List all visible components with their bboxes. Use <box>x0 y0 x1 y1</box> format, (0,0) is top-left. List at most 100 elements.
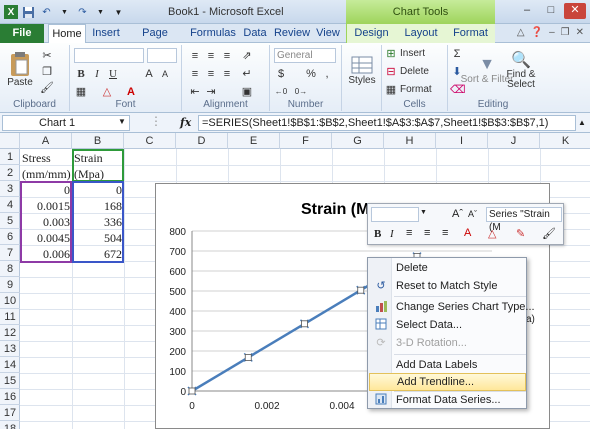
row-header[interactable]: 3 <box>0 181 20 197</box>
row-header[interactable]: 11 <box>0 309 20 325</box>
tab-file[interactable]: File <box>0 24 44 43</box>
mini-font-size-dropdown-icon[interactable]: ▼ <box>420 209 427 216</box>
row-header[interactable]: 2 <box>0 165 20 181</box>
column-header-g[interactable]: G <box>332 133 384 149</box>
row-header[interactable]: 15 <box>0 373 20 389</box>
row-header[interactable]: 7 <box>0 245 20 261</box>
grow-font-button[interactable]: A <box>142 67 156 81</box>
row-header[interactable]: 10 <box>0 293 20 309</box>
mini-outline-color-icon[interactable]: ✎ <box>516 227 525 240</box>
mini-font-color-icon[interactable]: A <box>464 227 471 239</box>
row-header[interactable]: 9 <box>0 277 20 293</box>
column-header-j[interactable]: J <box>488 133 540 149</box>
row-header[interactable]: 14 <box>0 357 20 373</box>
column-header-c[interactable]: C <box>124 133 176 149</box>
name-box[interactable]: Chart 1 <box>2 115 130 131</box>
align-left-icon[interactable]: ≡ <box>188 67 202 81</box>
row-header[interactable]: 17 <box>0 405 20 421</box>
sort-filter-button[interactable]: ▼ Sort & Filter <box>461 47 514 93</box>
close-button[interactable]: ✕ <box>564 3 586 19</box>
column-header-k[interactable]: K <box>540 133 590 149</box>
maximize-button[interactable]: □ <box>540 3 562 19</box>
name-box-dropdown-icon[interactable]: ▼ <box>118 117 126 126</box>
mini-align-right-icon[interactable]: ≡ <box>442 227 448 239</box>
help-icon[interactable]: ❓ <box>531 27 543 38</box>
row-header[interactable]: 18 <box>0 421 20 429</box>
workbook-minimize-icon[interactable]: – <box>549 27 555 38</box>
column-header-a[interactable]: A <box>20 133 72 149</box>
merge-center-icon[interactable]: ▣ <box>240 85 254 99</box>
styles-button[interactable]: Styles <box>346 47 378 93</box>
workbook-restore-icon[interactable]: ❐ <box>561 27 570 38</box>
align-right-icon[interactable]: ≡ <box>220 67 234 81</box>
borders-icon[interactable]: ▦ <box>74 85 88 99</box>
row-header[interactable]: 16 <box>0 389 20 405</box>
mini-grow-font-icon[interactable]: Aˆ <box>452 208 463 220</box>
font-color-icon[interactable]: A <box>124 85 138 99</box>
menu-item-change-series-chart-type[interactable]: Change Series Chart Type... <box>369 298 535 316</box>
cell-a1[interactable]: Stress <box>20 150 72 166</box>
menu-item-reset-to-match-style[interactable]: ↺ Reset to Match Style <box>369 277 526 295</box>
row-header[interactable]: 4 <box>0 197 20 213</box>
menu-item-3d-rotation[interactable]: ⟳ 3-D Rotation... <box>369 334 526 352</box>
menu-item-add-trendline[interactable]: Add Trendline... <box>369 373 526 391</box>
number-format-combo[interactable]: General <box>274 48 336 63</box>
expand-formula-icon[interactable]: ▲ <box>578 118 586 127</box>
row-header[interactable]: 6 <box>0 229 20 245</box>
mini-font-combo[interactable] <box>371 207 419 222</box>
bold-button[interactable]: B <box>74 67 88 81</box>
tab-insert[interactable]: Insert <box>88 24 124 43</box>
clear-icon[interactable]: ⌫ <box>450 83 466 97</box>
column-header-f[interactable]: F <box>280 133 332 149</box>
increase-indent-icon[interactable]: ⇥ <box>204 85 218 99</box>
column-header-i[interactable]: I <box>436 133 488 149</box>
orientation-icon[interactable]: ⇗ <box>240 49 254 63</box>
mini-align-center-icon[interactable]: ≡ <box>424 227 430 239</box>
select-all-corner[interactable] <box>0 133 20 149</box>
align-middle-icon[interactable]: ≡ <box>204 49 218 63</box>
autosum-icon[interactable]: Σ <box>450 47 464 61</box>
row-header[interactable]: 13 <box>0 341 20 357</box>
currency-button[interactable]: $ <box>274 67 288 81</box>
column-header-d[interactable]: D <box>176 133 228 149</box>
mini-fill-color-icon[interactable]: △ <box>488 227 496 240</box>
increase-decimal-icon[interactable]: ←0 <box>274 85 288 99</box>
format-button[interactable]: Format <box>400 84 432 95</box>
font-size-combo[interactable] <box>147 48 177 63</box>
column-header-b[interactable]: B <box>72 133 124 149</box>
tab-page-layout[interactable]: Page Layout <box>126 24 184 57</box>
tab-layout[interactable]: Layout <box>396 24 446 43</box>
minimize-button[interactable]: – <box>516 3 538 19</box>
align-top-icon[interactable]: ≡ <box>188 49 202 63</box>
row-header[interactable]: 5 <box>0 213 20 229</box>
format-painter-icon[interactable]: 🖌 <box>40 81 54 95</box>
percent-button[interactable]: % <box>304 67 318 81</box>
decrease-indent-icon[interactable]: ⇤ <box>188 85 202 99</box>
menu-item-format-data-series[interactable]: Format Data Series... <box>369 391 526 409</box>
mini-format-painter-icon[interactable]: 🖌 <box>542 227 556 240</box>
cut-icon[interactable]: ✂ <box>40 49 54 63</box>
menu-item-select-data[interactable]: Select Data... <box>369 316 526 334</box>
tab-format[interactable]: Format <box>446 24 495 43</box>
delete-button[interactable]: Delete <box>400 66 429 77</box>
underline-button[interactable]: U <box>106 67 120 81</box>
mini-shrink-font-icon[interactable]: Aˇ <box>468 209 477 219</box>
insert-button[interactable]: Insert <box>400 48 425 59</box>
paste-button[interactable]: Paste <box>6 47 34 91</box>
undo-dropdown-icon[interactable]: ▼ <box>57 5 72 20</box>
redo-dropdown-icon[interactable]: ▼ <box>93 5 108 20</box>
decrease-decimal-icon[interactable]: 0→ <box>294 85 308 99</box>
redo-icon[interactable]: ↷ <box>75 5 90 20</box>
cell-a2[interactable]: (mm/mm) <box>20 166 72 182</box>
excel-logo-icon[interactable]: X <box>4 5 18 19</box>
mini-align-left-icon[interactable]: ≡ <box>406 227 412 239</box>
workbook-close-icon[interactable]: ✕ <box>576 27 584 38</box>
tab-data[interactable]: Data <box>240 24 270 43</box>
font-name-combo[interactable] <box>74 48 144 63</box>
tab-formulas[interactable]: Formulas <box>188 24 238 43</box>
copy-icon[interactable]: ❐ <box>40 65 54 79</box>
undo-icon[interactable]: ↶ <box>39 5 54 20</box>
find-select-button[interactable]: 🔍 Find & Select <box>504 47 538 93</box>
tab-design[interactable]: Design <box>346 24 396 43</box>
shrink-font-button[interactable]: A <box>158 67 172 81</box>
